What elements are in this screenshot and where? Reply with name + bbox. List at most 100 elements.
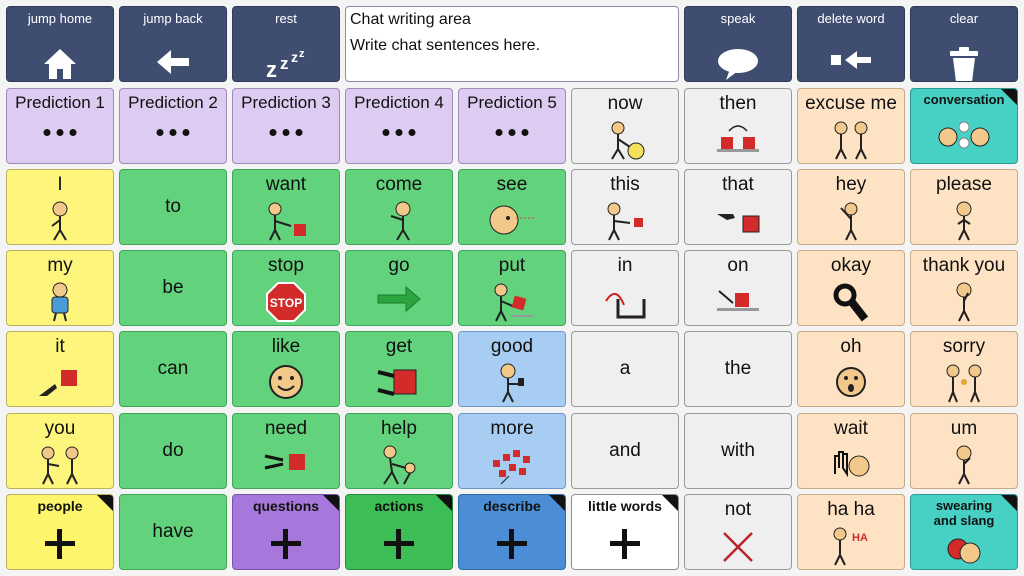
jump-home-label: jump home	[27, 11, 93, 26]
speak-button[interactable]: speak	[684, 6, 792, 82]
folder-people[interactable]: people	[6, 494, 114, 570]
svg-text:z: z	[299, 48, 305, 60]
smile-face-icon	[269, 365, 303, 399]
ok-hand-icon	[833, 283, 869, 322]
svg-text:z: z	[266, 57, 277, 79]
word-now[interactable]: now	[571, 88, 679, 164]
prediction-3[interactable]: Prediction 3	[232, 88, 340, 164]
prediction-2[interactable]: Prediction 2	[119, 88, 227, 164]
word-excuse-me[interactable]: excuse me	[797, 88, 905, 164]
folder-conversation[interactable]: conversation	[910, 88, 1018, 164]
word-want[interactable]: want	[232, 169, 340, 245]
word-have[interactable]: have	[119, 494, 227, 570]
folder-questions[interactable]: questions	[232, 494, 340, 570]
word-can[interactable]: can	[119, 331, 227, 407]
plus-icon	[384, 529, 414, 559]
word-please[interactable]: please	[910, 169, 1018, 245]
word-label: I	[57, 174, 63, 195]
word-be[interactable]: be	[119, 250, 227, 326]
delete-word-label: delete word	[817, 11, 885, 26]
plus-icon	[497, 529, 527, 559]
word-label: on	[727, 255, 749, 276]
word-it[interactable]: it	[6, 331, 114, 407]
jump-home-button[interactable]: jump home	[6, 6, 114, 82]
folder-actions[interactable]: actions	[345, 494, 453, 570]
plus-icon	[610, 529, 640, 559]
word-the[interactable]: the	[684, 331, 792, 407]
word-to[interactable]: to	[119, 169, 227, 245]
word-a[interactable]: a	[571, 331, 679, 407]
folder-swearing-and-slang[interactable]: swearing and slang	[910, 494, 1018, 570]
word-i[interactable]: I	[6, 169, 114, 245]
word-wait[interactable]: wait	[797, 413, 905, 489]
clear-button[interactable]: clear	[910, 6, 1018, 82]
word-um[interactable]: um	[910, 413, 1018, 489]
word-do[interactable]: do	[119, 413, 227, 489]
word-stop[interactable]: stop STOP	[232, 250, 340, 326]
chat-subtitle: Write chat sentences here.	[350, 37, 541, 54]
jump-back-button[interactable]: jump back	[119, 6, 227, 82]
word-hey[interactable]: hey	[797, 169, 905, 245]
prediction-1[interactable]: Prediction 1	[6, 88, 114, 164]
chat-writing-area[interactable]: Chat writing area Write chat sentences h…	[345, 6, 679, 82]
conversation-faces-icon	[938, 121, 990, 149]
word-my[interactable]: my	[6, 250, 114, 326]
folder-label: questions	[252, 498, 320, 514]
word-that[interactable]: that	[684, 169, 792, 245]
surprised-face-icon	[836, 367, 866, 397]
prediction-5[interactable]: Prediction 5	[458, 88, 566, 164]
need-hands-icon	[264, 454, 305, 470]
word-in[interactable]: in	[571, 250, 679, 326]
thumbs-up-person-icon	[500, 363, 524, 403]
word-not[interactable]: not	[684, 494, 792, 570]
word-come[interactable]: come	[345, 169, 453, 245]
prediction-4[interactable]: Prediction 4	[345, 88, 453, 164]
word-on[interactable]: on	[684, 250, 792, 326]
word-ha-ha[interactable]: ha ha HA	[797, 494, 905, 570]
word-thank-you[interactable]: thank you	[910, 250, 1018, 326]
word-this[interactable]: this	[571, 169, 679, 245]
word-help[interactable]: help	[345, 413, 453, 489]
stop-sign-text: STOP	[270, 296, 302, 310]
person-chest-icon	[51, 282, 69, 322]
word-see[interactable]: see	[458, 169, 566, 245]
word-label: go	[388, 255, 410, 276]
folder-describe[interactable]: describe	[458, 494, 566, 570]
apology-icon	[946, 364, 982, 403]
word-label: now	[607, 93, 643, 114]
rest-label: rest	[275, 11, 297, 26]
word-then[interactable]: then	[684, 88, 792, 164]
word-you[interactable]: you	[6, 413, 114, 489]
ellipsis-icon	[382, 129, 416, 136]
word-need[interactable]: need	[232, 413, 340, 489]
helping-person-icon	[383, 445, 416, 485]
grab-object-icon	[377, 369, 417, 396]
word-put[interactable]: put	[458, 250, 566, 326]
word-label: that	[722, 174, 754, 195]
word-label: more	[490, 418, 534, 439]
word-label: please	[936, 174, 992, 195]
word-get[interactable]: get	[345, 331, 453, 407]
word-go[interactable]: go	[345, 250, 453, 326]
sequence-icon	[717, 125, 759, 152]
word-okay[interactable]: okay	[797, 250, 905, 326]
angry-faces-icon	[947, 538, 981, 564]
word-like[interactable]: like	[232, 331, 340, 407]
point-far-icon	[717, 214, 760, 233]
word-more[interactable]: more	[458, 413, 566, 489]
folder-label: describe	[483, 498, 541, 514]
word-good[interactable]: good	[458, 331, 566, 407]
folder-little-words[interactable]: little words	[571, 494, 679, 570]
word-with[interactable]: with	[684, 413, 792, 489]
laughing-person-icon: HA	[833, 527, 868, 566]
thank-you-icon	[956, 282, 972, 322]
word-label: come	[375, 174, 423, 195]
word-oh[interactable]: oh	[797, 331, 905, 407]
word-sorry[interactable]: sorry	[910, 331, 1018, 407]
rest-button[interactable]: rest z z z z	[232, 6, 340, 82]
word-and[interactable]: and	[571, 413, 679, 489]
person-self-icon	[51, 201, 68, 241]
stop-sign-icon: STOP	[266, 282, 306, 322]
delete-word-button[interactable]: delete word	[797, 6, 905, 82]
two-people-point-icon	[41, 446, 79, 485]
